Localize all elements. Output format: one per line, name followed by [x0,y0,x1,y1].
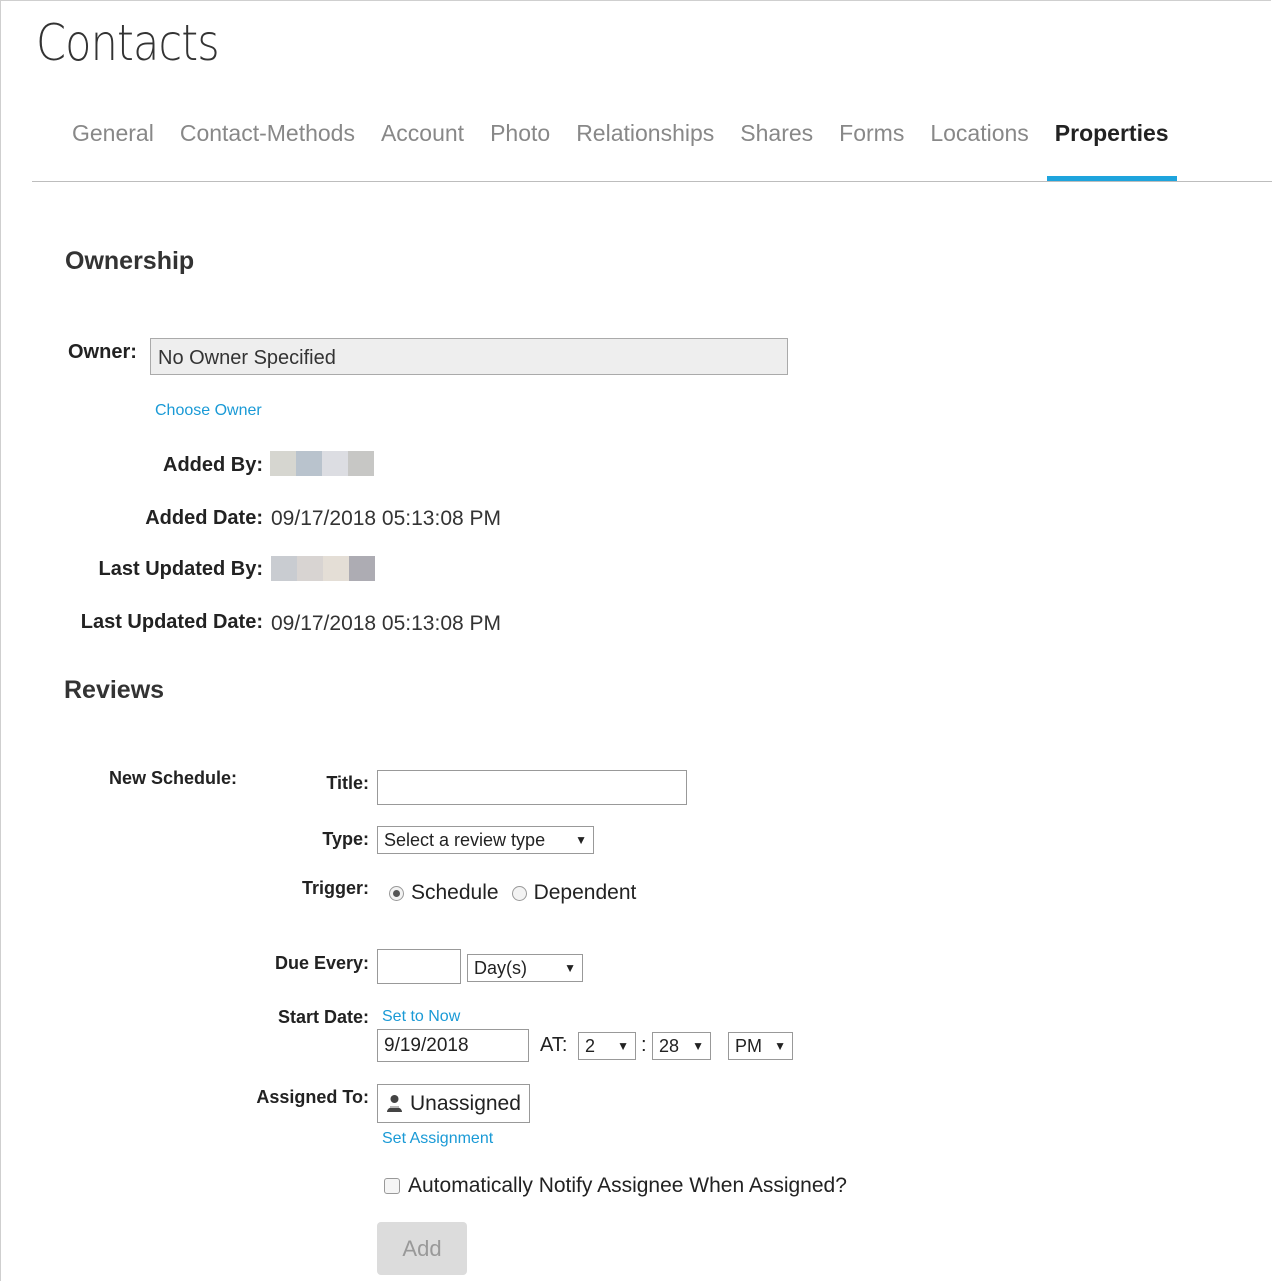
trigger-schedule-radio[interactable] [389,885,404,901]
tab-contact-methods[interactable]: Contact-Methods [180,120,355,181]
trigger-dependent-label: Dependent [533,881,637,904]
add-button[interactable]: Add [377,1222,467,1275]
tab-forms[interactable]: Forms [839,120,904,181]
last-updated-by-value-redacted [271,556,375,581]
ampm-select[interactable]: PM ▼ [728,1032,793,1060]
hour-selected: 2 [585,1035,596,1056]
assigned-to-value: Unassigned [410,1091,521,1115]
start-date-input[interactable] [377,1029,529,1062]
notify-label: Automatically Notify Assignee When Assig… [408,1174,847,1197]
dropdown-arrow-icon: ▼ [575,833,587,847]
tab-account[interactable]: Account [381,120,464,181]
trigger-dependent-radio[interactable] [511,885,527,901]
tab-bar: General Contact-Methods Account Photo Re… [72,120,1177,181]
reviews-heading: Reviews [64,676,165,704]
due-every-input[interactable] [377,949,461,984]
trigger-options: Schedule Dependent [389,881,636,905]
ownership-heading: Ownership [65,247,195,275]
set-to-now-link[interactable]: Set to Now [382,1008,460,1026]
at-label: AT: [540,1034,568,1056]
review-type-select[interactable]: Select a review type ▼ [377,826,594,854]
last-updated-by-label: Last Updated By: [98,558,263,580]
title-input[interactable] [377,770,687,805]
minute-selected: 28 [659,1035,680,1056]
assigned-to-field[interactable]: Unassigned [377,1084,530,1123]
title-label: Title: [326,773,369,793]
page-frame [0,0,1271,1281]
added-by-value-redacted [270,451,374,476]
type-label: Type: [322,829,369,849]
assigned-to-label: Assigned To: [256,1087,369,1107]
tab-properties[interactable]: Properties [1046,120,1177,181]
tab-relationships[interactable]: Relationships [576,120,714,181]
due-unit-select[interactable]: Day(s) ▼ [467,954,583,982]
review-type-selected: Select a review type [384,829,546,850]
trigger-label: Trigger: [301,878,369,898]
dropdown-arrow-icon: ▼ [617,1039,629,1053]
due-unit-selected: Day(s) [474,957,527,978]
hour-select[interactable]: 2 ▼ [578,1032,636,1060]
added-date-value: 09/17/2018 05:13:08 PM [271,507,502,530]
due-every-label: Due Every: [274,953,369,973]
last-updated-date-label: Last Updated Date: [80,611,263,633]
tab-general[interactable]: General [72,120,154,181]
ampm-selected: PM [735,1035,762,1056]
tab-photo[interactable]: Photo [490,120,550,181]
minute-select[interactable]: 28 ▼ [652,1032,711,1060]
owner-label: Owner: [68,341,137,363]
person-icon [387,1095,402,1112]
last-updated-date-value: 09/17/2018 05:13:08 PM [271,612,502,635]
new-schedule-label: New Schedule: [109,768,238,788]
added-by-label: Added By: [163,454,263,476]
trigger-schedule-label: Schedule [411,881,499,904]
dropdown-arrow-icon: ▼ [774,1039,786,1053]
notify-checkbox[interactable] [384,1178,400,1194]
tab-divider [32,181,1272,182]
added-date-label: Added Date: [145,507,263,529]
dropdown-arrow-icon: ▼ [692,1039,704,1053]
tab-locations[interactable]: Locations [930,120,1028,181]
choose-owner-link[interactable]: Choose Owner [155,402,262,420]
tab-shares[interactable]: Shares [740,120,813,181]
set-assignment-link[interactable]: Set Assignment [382,1130,493,1148]
start-date-label: Start Date: [277,1007,369,1027]
notify-row: Automatically Notify Assignee When Assig… [384,1174,847,1198]
dropdown-arrow-icon: ▼ [564,961,576,975]
page-title: Contacts [36,14,220,72]
time-separator: : [641,1034,647,1056]
owner-field: No Owner Specified [150,338,788,375]
